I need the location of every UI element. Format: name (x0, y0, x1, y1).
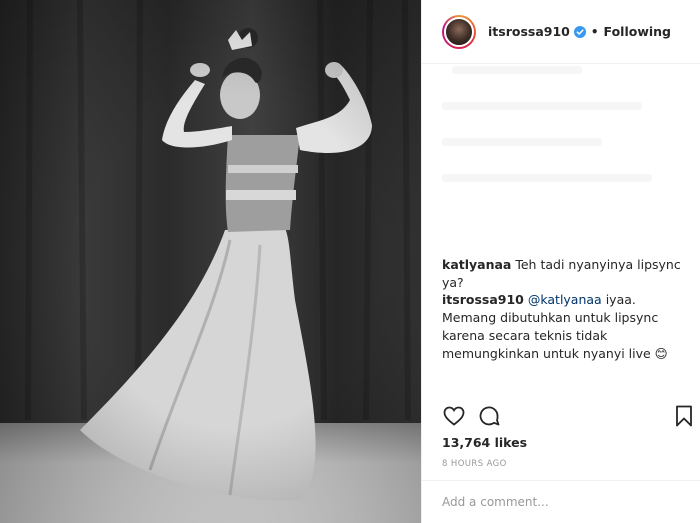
smile-emoji: 😊 (654, 346, 668, 361)
action-bar (422, 400, 700, 434)
post-photo[interactable] (0, 0, 421, 523)
comment-input[interactable] (442, 495, 682, 509)
photo-vignette (0, 0, 421, 523)
post-panel: itsrossa910 • Following katlyanaa Teh ta… (421, 0, 700, 523)
post-header: itsrossa910 • Following (422, 0, 700, 64)
comment-1-user[interactable]: katlyanaa (442, 257, 511, 272)
post-username[interactable]: itsrossa910 (488, 24, 570, 39)
bookmark-icon[interactable] (674, 404, 694, 431)
post-timestamp[interactable]: 8 HOURS AGO (442, 459, 507, 469)
add-comment-bar (422, 480, 700, 523)
comment-2: itsrossa910 @katlyanaa iyaa. Memang dibu… (442, 291, 687, 363)
comment-1: katlyanaa Teh tadi nyanyinya lipsync ya? (442, 256, 687, 292)
avatar[interactable] (442, 14, 476, 49)
following-button[interactable]: Following (604, 24, 671, 39)
header-separator: • (590, 24, 599, 39)
faded-earlier-comments (442, 66, 682, 246)
comment-icon[interactable] (477, 404, 501, 431)
likes-count[interactable]: 13,764 likes (442, 435, 527, 450)
verified-badge-icon (573, 25, 586, 38)
comment-2-user[interactable]: itsrossa910 (442, 292, 524, 307)
avatar-image (444, 16, 474, 47)
comment-2-mention[interactable]: @katlyanaa (528, 292, 602, 307)
heart-icon[interactable] (442, 404, 466, 431)
